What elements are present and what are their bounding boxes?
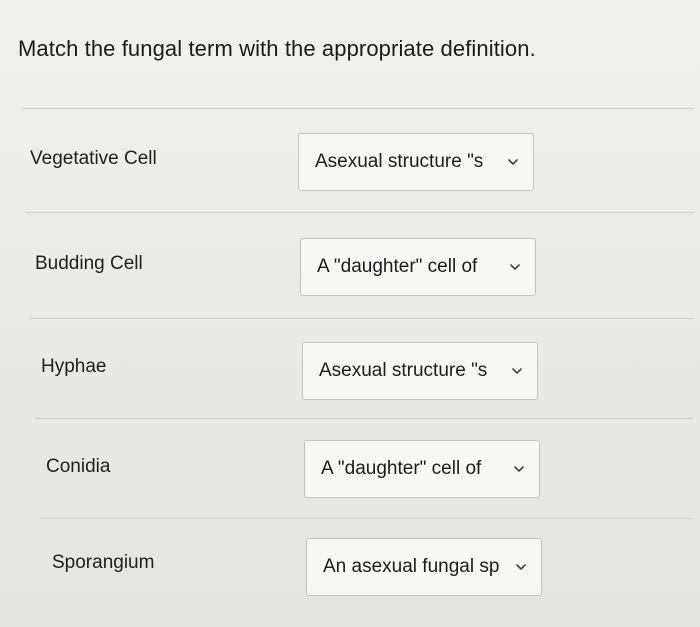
divider — [34, 418, 694, 419]
chevron-down-icon — [507, 156, 519, 168]
term-label-sporangium: Sporangium — [52, 552, 155, 573]
divider — [26, 212, 694, 213]
select-value: A "daughter" cell of — [321, 458, 482, 479]
question-page: Match the fungal term with the appropria… — [0, 0, 700, 627]
term-label-conidia: Conidia — [46, 456, 111, 477]
chevron-down-icon — [511, 365, 523, 377]
select-value: An asexual fungal sp — [323, 556, 500, 577]
chevron-down-icon — [515, 561, 527, 573]
definition-select-budding-cell[interactable]: A "daughter" cell of — [300, 238, 536, 296]
definition-select-vegetative-cell[interactable]: Asexual structure "s — [298, 133, 534, 191]
select-value: Asexual structure "s — [319, 360, 488, 381]
divider — [22, 108, 694, 109]
chevron-down-icon — [509, 261, 521, 273]
definition-select-sporangium[interactable]: An asexual fungal sp — [306, 538, 542, 596]
chevron-down-icon — [513, 463, 525, 475]
divider — [30, 318, 694, 319]
term-label-budding-cell: Budding Cell — [35, 253, 143, 274]
term-label-hyphae: Hyphae — [41, 356, 107, 377]
question-prompt: Match the fungal term with the appropria… — [18, 36, 536, 61]
select-value: A "daughter" cell of — [317, 256, 478, 277]
definition-select-hyphae[interactable]: Asexual structure "s — [302, 342, 538, 400]
definition-select-conidia[interactable]: A "daughter" cell of — [304, 440, 540, 498]
divider — [40, 518, 692, 519]
select-value: Asexual structure "s — [315, 151, 484, 172]
term-label-vegetative-cell: Vegetative Cell — [30, 148, 157, 169]
